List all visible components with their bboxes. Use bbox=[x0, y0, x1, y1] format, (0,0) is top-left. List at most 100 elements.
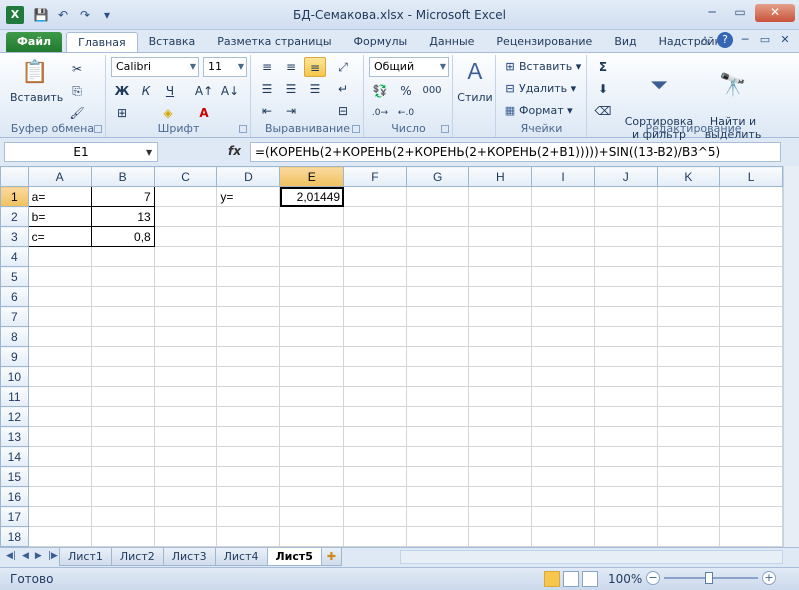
cell-c4[interactable] bbox=[153, 246, 218, 267]
cell-i13[interactable] bbox=[531, 426, 595, 447]
cell-e11[interactable] bbox=[279, 386, 345, 407]
cell-j4[interactable] bbox=[593, 246, 658, 267]
increase-decimal-icon[interactable]: .0→ bbox=[369, 103, 391, 123]
cell-c1[interactable] bbox=[153, 186, 218, 207]
cell-f12[interactable] bbox=[343, 406, 407, 427]
cell-c11[interactable] bbox=[153, 386, 218, 407]
cell-i4[interactable] bbox=[531, 246, 595, 267]
cell-c8[interactable] bbox=[153, 326, 218, 347]
zoom-level[interactable]: 100% bbox=[608, 572, 642, 586]
column-header-h[interactable]: H bbox=[468, 166, 533, 187]
autosum-icon[interactable]: Σ bbox=[592, 57, 614, 77]
cell-b6[interactable] bbox=[90, 286, 155, 307]
sheet-tab-4[interactable]: Лист4 bbox=[214, 548, 268, 566]
collapse-ribbon-icon[interactable]: △ bbox=[697, 32, 713, 48]
sheet-tab-3[interactable]: Лист3 bbox=[162, 548, 216, 566]
vertical-scrollbar[interactable] bbox=[783, 166, 799, 547]
doc-close-button[interactable]: ✕ bbox=[777, 32, 793, 48]
cell-a2[interactable]: b= bbox=[27, 206, 92, 227]
cell-a16[interactable] bbox=[27, 486, 92, 507]
tab-file[interactable]: Файл bbox=[6, 32, 63, 52]
cell-l14[interactable] bbox=[719, 446, 783, 467]
cell-k7[interactable] bbox=[656, 306, 721, 327]
format-cells-button[interactable]: ▦ Формат ▾ bbox=[501, 101, 573, 121]
cell-f6[interactable] bbox=[343, 286, 407, 307]
row-header-4[interactable]: 4 bbox=[0, 246, 29, 267]
cell-h15[interactable] bbox=[468, 466, 533, 487]
tab-home[interactable]: Главная bbox=[66, 32, 138, 52]
cell-g15[interactable] bbox=[405, 466, 470, 487]
orientation-icon[interactable]: ⤢ bbox=[332, 57, 354, 77]
next-sheet-icon[interactable]: ▶ bbox=[35, 551, 42, 561]
formula-input[interactable]: =(КОРЕНЬ(2+КОРЕНЬ(2+КОРЕНЬ(2+КОРЕНЬ(2+B1… bbox=[250, 142, 781, 162]
cell-h13[interactable] bbox=[468, 426, 533, 447]
select-all-corner[interactable] bbox=[0, 166, 29, 187]
cell-c15[interactable] bbox=[153, 466, 218, 487]
horizontal-scrollbar[interactable] bbox=[400, 550, 783, 564]
cell-i2[interactable] bbox=[531, 206, 595, 227]
cell-i14[interactable] bbox=[531, 446, 595, 467]
cell-a3[interactable]: c= bbox=[27, 226, 92, 247]
cell-d7[interactable] bbox=[216, 306, 281, 327]
cell-c10[interactable] bbox=[153, 366, 218, 387]
cell-i8[interactable] bbox=[531, 326, 595, 347]
cell-d4[interactable] bbox=[216, 246, 281, 267]
cell-a1[interactable]: a= bbox=[27, 186, 92, 207]
font-launcher-icon[interactable] bbox=[239, 125, 247, 133]
cell-a13[interactable] bbox=[27, 426, 92, 447]
cell-c12[interactable] bbox=[153, 406, 218, 427]
increase-indent-icon[interactable]: ⇥ bbox=[280, 101, 302, 121]
cell-d2[interactable] bbox=[216, 206, 281, 227]
cell-f5[interactable] bbox=[343, 266, 407, 287]
cell-i6[interactable] bbox=[531, 286, 595, 307]
cell-k14[interactable] bbox=[656, 446, 721, 467]
fill-color-icon[interactable]: ◈ bbox=[157, 103, 179, 123]
cell-h14[interactable] bbox=[468, 446, 533, 467]
cell-i18[interactable] bbox=[531, 526, 595, 547]
grow-font-icon[interactable]: A↑ bbox=[193, 81, 215, 101]
cell-k4[interactable] bbox=[656, 246, 721, 267]
cell-i7[interactable] bbox=[531, 306, 595, 327]
cell-i9[interactable] bbox=[531, 346, 595, 367]
cell-f10[interactable] bbox=[343, 366, 407, 387]
cell-g16[interactable] bbox=[405, 486, 470, 507]
cell-l12[interactable] bbox=[719, 406, 783, 427]
cell-e17[interactable] bbox=[279, 506, 345, 527]
align-left-icon[interactable]: ☰ bbox=[256, 79, 278, 99]
cell-e3[interactable] bbox=[279, 226, 345, 247]
cell-a10[interactable] bbox=[27, 366, 92, 387]
cell-g8[interactable] bbox=[405, 326, 470, 347]
tab-formulas[interactable]: Формулы bbox=[343, 32, 419, 52]
cell-g17[interactable] bbox=[405, 506, 470, 527]
column-header-c[interactable]: C bbox=[153, 166, 218, 187]
cell-d9[interactable] bbox=[216, 346, 281, 367]
row-header-1[interactable]: 1 bbox=[0, 186, 29, 207]
cell-j8[interactable] bbox=[593, 326, 658, 347]
cell-c7[interactable] bbox=[153, 306, 218, 327]
row-header-9[interactable]: 9 bbox=[0, 346, 29, 367]
cell-e1[interactable]: 2,01449 bbox=[279, 186, 345, 207]
cell-j18[interactable] bbox=[593, 526, 658, 547]
copy-icon[interactable]: ⎘ bbox=[66, 81, 88, 101]
cell-b3[interactable]: 0,8 bbox=[90, 226, 155, 247]
cell-d3[interactable] bbox=[216, 226, 281, 247]
cell-f2[interactable] bbox=[343, 206, 407, 227]
cell-i15[interactable] bbox=[531, 466, 595, 487]
row-header-10[interactable]: 10 bbox=[0, 366, 29, 387]
column-header-b[interactable]: B bbox=[90, 166, 155, 187]
cell-j13[interactable] bbox=[593, 426, 658, 447]
row-header-16[interactable]: 16 bbox=[0, 486, 29, 507]
column-header-j[interactable]: J bbox=[593, 166, 658, 187]
cell-d1[interactable]: y= bbox=[216, 186, 281, 207]
row-header-3[interactable]: 3 bbox=[0, 226, 29, 247]
cell-e10[interactable] bbox=[279, 366, 345, 387]
cell-k15[interactable] bbox=[656, 466, 721, 487]
column-header-i[interactable]: I bbox=[531, 166, 595, 187]
cell-j7[interactable] bbox=[593, 306, 658, 327]
cell-k5[interactable] bbox=[656, 266, 721, 287]
cell-c5[interactable] bbox=[153, 266, 218, 287]
column-header-a[interactable]: A bbox=[27, 166, 92, 187]
tab-insert[interactable]: Вставка bbox=[138, 32, 207, 52]
doc-minimize-button[interactable]: ─ bbox=[737, 32, 753, 48]
cell-g6[interactable] bbox=[405, 286, 470, 307]
